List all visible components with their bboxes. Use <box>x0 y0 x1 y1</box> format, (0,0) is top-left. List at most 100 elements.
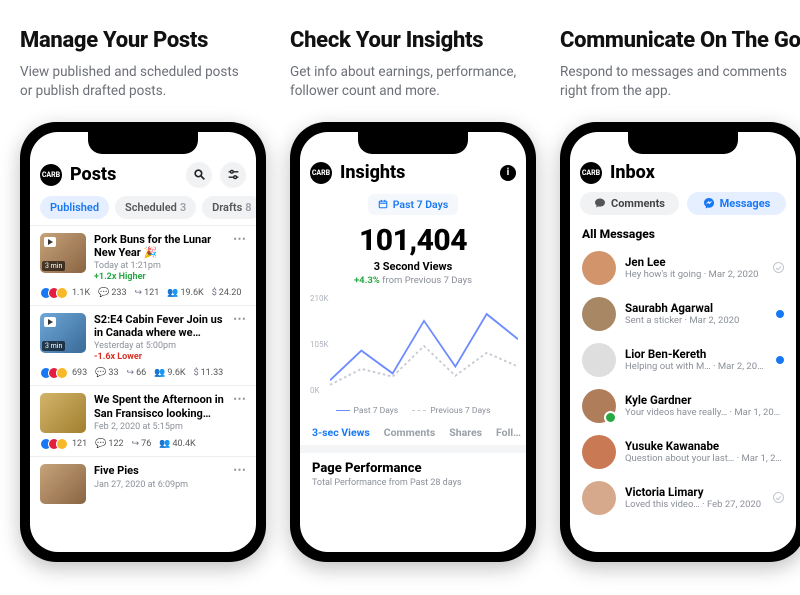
col3-heading: Communicate On The Go <box>560 28 800 53</box>
message-item[interactable]: Kyle Gardner Your videos have really… · … <box>570 383 796 429</box>
unread-dot <box>776 356 784 364</box>
earnings-icon: $ <box>194 368 199 378</box>
calendar-icon <box>378 199 388 209</box>
more-icon[interactable]: ⋯ <box>233 313 246 362</box>
comment-icon: 💬 <box>98 288 109 298</box>
phone-posts: CARB Posts PublishedScheduled 3Drafts 8 … <box>20 122 266 562</box>
message-snippet: Question about your last… · Mar 1, 2020 <box>625 453 784 464</box>
col2-heading: Check Your Insights <box>290 28 536 53</box>
post-performance: -1.6x Lower <box>94 352 225 362</box>
inbox-tab-comments[interactable]: Comments <box>580 192 679 215</box>
comment-icon <box>594 197 606 209</box>
brand-badge: CARB <box>580 162 602 184</box>
message-snippet: Hey how's it going · Mar 2, 2020 <box>625 269 764 280</box>
avatar <box>582 435 616 469</box>
post-item[interactable]: 3 min Pork Buns for the Lunar New Year 🎉… <box>30 225 256 305</box>
more-icon[interactable]: ⋯ <box>233 464 246 504</box>
people-icon: 👥 <box>159 439 170 449</box>
posts-tab-drafts[interactable]: Drafts 8 <box>202 196 256 219</box>
post-title: We Spent the Afternoon in San Fransisco … <box>94 393 225 419</box>
post-thumbnail <box>40 464 86 504</box>
message-name: Lior Ben-Kereth <box>625 347 767 361</box>
posts-tab-scheduled[interactable]: Scheduled 3 <box>115 196 196 219</box>
reactions-icon <box>40 438 64 450</box>
post-thumbnail <box>40 393 86 433</box>
more-icon[interactable]: ⋯ <box>233 233 246 282</box>
people-icon: 👥 <box>154 368 165 378</box>
avatar <box>582 481 616 515</box>
insights-delta: +4.3% from Previous 7 Days <box>300 275 526 286</box>
share-icon: ↪ <box>135 288 143 298</box>
post-time: Feb 2, 2020 at 5:15pm <box>94 422 225 432</box>
brand-badge: CARB <box>40 164 62 186</box>
post-title: S2:E4 Cabin Fever Join us in Canada wher… <box>94 313 225 339</box>
insights-tab[interactable]: 3-sec Views <box>312 426 370 439</box>
col1-sub: View published and scheduled posts or pu… <box>20 63 250 99</box>
post-item[interactable]: We Spent the Afternoon in San Fransisco … <box>30 385 256 456</box>
insights-title: Insights <box>340 162 492 183</box>
more-icon[interactable]: ⋯ <box>233 393 246 433</box>
people-icon: 👥 <box>167 288 178 298</box>
insights-tab[interactable]: Comments <box>384 426 436 439</box>
message-snippet: Your videos have really… · Mar 1, 2020 <box>625 407 784 418</box>
read-check-icon <box>773 262 784 273</box>
message-item[interactable]: Yusuke Kawanabe Question about your last… <box>570 429 796 475</box>
search-icon[interactable] <box>186 162 212 188</box>
col3-sub: Respond to messages and comments right f… <box>560 63 790 99</box>
avatar <box>582 343 616 377</box>
reactions-icon <box>40 287 64 299</box>
message-item[interactable]: Saurabh Agarwal Sent a sticker · Mar 2, … <box>570 291 796 337</box>
page-performance-title: Page Performance <box>312 461 514 476</box>
message-name: Victoria Limary <box>625 485 764 499</box>
comment-icon: 💬 <box>95 368 106 378</box>
earnings-icon: $ <box>212 288 217 298</box>
inbox-section-label: All Messages <box>570 221 796 245</box>
avatar <box>582 251 616 285</box>
post-metrics: 1.1K 💬233 ↪121 👥19.6K $24.20 <box>40 287 246 299</box>
brand-badge: CARB <box>310 162 332 184</box>
phone-insights: CARB Insights i Past 7 Days 101,404 3 Se… <box>290 122 536 562</box>
inbox-title: Inbox <box>610 162 786 183</box>
post-metrics: 693 💬33 ↪66 👥9.6K $11.33 <box>40 367 246 379</box>
post-time: Today at 1:21pm <box>94 261 225 271</box>
share-icon: ↪ <box>132 439 140 449</box>
legend-item: Past 7 Days <box>336 406 399 416</box>
insights-chart: 210K 105K 0K <box>306 294 520 404</box>
message-item[interactable]: Jen Lee Hey how's it going · Mar 2, 2020 <box>570 245 796 291</box>
col1-heading: Manage Your Posts <box>20 28 266 53</box>
comment-icon: 💬 <box>95 439 106 449</box>
share-icon: ↪ <box>127 368 135 378</box>
post-time: Yesterday at 5:00pm <box>94 341 225 351</box>
messenger-icon <box>703 197 715 209</box>
post-metrics: 121 💬122 ↪76 👥40.4K <box>40 438 246 450</box>
unread-dot <box>776 310 784 318</box>
post-performance: +1.2x Higher <box>94 272 225 282</box>
page-performance-sub: Total Performance from Past 28 days <box>312 478 514 488</box>
legend-item: Previous 7 Days <box>412 406 490 416</box>
message-item[interactable]: Victoria Limary Loved this video… · Feb … <box>570 475 796 521</box>
post-time: Jan 27, 2020 at 6:09pm <box>94 480 225 490</box>
message-snippet: Helping out with M… · Mar 2, 2020 <box>625 361 767 372</box>
insights-tab[interactable]: Foll… <box>496 426 521 439</box>
info-icon[interactable]: i <box>500 165 516 181</box>
post-thumbnail: 3 min <box>40 233 86 273</box>
message-snippet: Loved this video… · Feb 27, 2020 <box>625 499 764 510</box>
avatar <box>582 297 616 331</box>
inbox-tab-messages[interactable]: Messages <box>687 192 786 215</box>
date-range-label: Past 7 Days <box>393 198 448 211</box>
reactions-icon <box>40 367 64 379</box>
col2-sub: Get info about earnings, performance, fo… <box>290 63 520 99</box>
posts-tab-published[interactable]: Published <box>40 196 109 219</box>
filter-icon[interactable] <box>220 162 246 188</box>
post-title: Five Pies <box>94 464 225 477</box>
insights-tab[interactable]: Shares <box>449 426 482 439</box>
insights-big-label: 3 Second Views <box>300 260 526 273</box>
message-item[interactable]: Lior Ben-Kereth Helping out with M… · Ma… <box>570 337 796 383</box>
post-item[interactable]: 3 min S2:E4 Cabin Fever Join us in Canad… <box>30 305 256 385</box>
post-item[interactable]: Five Pies Jan 27, 2020 at 6:09pm ⋯ <box>30 456 256 510</box>
post-title: Pork Buns for the Lunar New Year 🎉 <box>94 233 225 259</box>
date-range-chip[interactable]: Past 7 Days <box>368 194 458 215</box>
message-name: Saurabh Agarwal <box>625 301 767 315</box>
phone-inbox: CARB Inbox Comments Messages All Messages… <box>560 122 800 562</box>
read-check-icon <box>773 492 784 503</box>
